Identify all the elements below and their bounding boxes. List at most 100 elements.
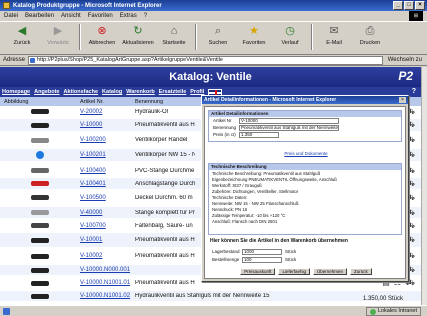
home-button[interactable]: ⌂ Startseite [156, 24, 192, 52]
product-thumbnail[interactable] [0, 210, 80, 215]
table-row: V-10000.N1001.02 Hydraulikventil aus Stah… [0, 291, 421, 301]
article-link[interactable]: V-20002 [80, 109, 135, 115]
ie-app-icon [3, 2, 10, 9]
nav-aktionsfache[interactable]: Aktionsfache [64, 89, 99, 95]
toolbar: ◀ Zurück ▶ Vorwärts ⊗ Abbrechen ↻ Aktual… [0, 21, 427, 55]
stop-button[interactable]: ⊗ Abbrechen [84, 24, 120, 52]
printer-icon: ⎙ [365, 25, 375, 37]
product-thumbnail[interactable] [0, 195, 80, 200]
product-thumbnail[interactable] [0, 253, 80, 259]
technical-section: Technische Beschreibung Technische Besch… [208, 163, 402, 235]
product-thumbnail[interactable] [0, 181, 80, 186]
menu-ansicht[interactable]: Ansicht [61, 13, 81, 19]
article-link[interactable]: V-10000 [80, 122, 135, 128]
nav-ersatzteile[interactable]: Ersatzteile [159, 89, 187, 95]
price-documents-link[interactable]: Preis und Dokumente [205, 151, 407, 156]
status-bar: Lokales Intranet [0, 305, 427, 316]
product-thumbnail[interactable] [0, 122, 80, 128]
article-description: Pneumatikventil aus H 15 mm [135, 280, 195, 286]
product-part-image [31, 122, 49, 128]
article-description: Anschlagstange Durch [135, 180, 195, 187]
history-button[interactable]: ◷ Verlauf [272, 24, 308, 52]
article-description: Faltenbalg, Säure- un [135, 222, 193, 229]
product-part-image [31, 280, 49, 286]
stock-label: Lagerbestand [212, 249, 240, 254]
print-button[interactable]: ⎙ Drucken [352, 24, 388, 52]
refresh-label: Aktualisieren [122, 40, 154, 46]
article-link[interactable]: V-10000.N1001.01 [80, 280, 135, 286]
stop-icon: ⊗ [97, 25, 107, 37]
stock-input[interactable]: 1000 [242, 248, 282, 255]
close-button[interactable]: × [415, 1, 425, 10]
back-button[interactable]: ◀ Zurück [4, 24, 40, 52]
back-button-popup[interactable]: Zurück [350, 268, 372, 275]
forward-button[interactable]: ▶ Vorwärts [40, 24, 76, 52]
maximize-button[interactable]: □ [404, 1, 414, 10]
technical-description: Technische Beschreibung: Pneumatikventil… [209, 170, 401, 226]
toolbar-separator [79, 24, 81, 50]
mail-label: E-Mail [326, 40, 342, 46]
field-article-value[interactable]: V-10000 [239, 117, 339, 124]
popup-close-button[interactable]: × [399, 97, 406, 103]
product-thumbnail[interactable] [0, 109, 80, 114]
article-link[interactable]: V-10002 [80, 253, 135, 259]
refresh-button[interactable]: ↻ Aktualisieren [120, 24, 156, 52]
product-part-image [31, 253, 49, 259]
field-name-value[interactable]: Pneumatikventil aus Stahlguß mit der Nen… [239, 124, 339, 131]
product-thumbnail[interactable] [0, 293, 80, 299]
nav-warenkorb[interactable]: Warenkorb [126, 89, 155, 95]
article-link[interactable]: V-40000 [80, 210, 135, 216]
help-link[interactable]: ? [412, 88, 416, 95]
favorites-button[interactable]: ★ Favoriten [236, 24, 272, 52]
stock-unit: Stück [285, 249, 297, 254]
toolbar-separator [195, 24, 197, 50]
article-link[interactable]: V-100400 [80, 168, 135, 174]
menu-extras[interactable]: Extras [120, 13, 137, 19]
product-thumbnail[interactable] [0, 137, 80, 143]
article-link[interactable]: V-100700 [80, 223, 135, 229]
product-thumbnail[interactable] [0, 223, 80, 228]
price-info-button[interactable]: Preisauskunft [240, 268, 276, 275]
article-link[interactable]: V-10001 [80, 237, 135, 243]
article-link[interactable]: V-10000.N000.001 [80, 267, 135, 273]
mail-button[interactable]: ✉ E-Mail [316, 24, 352, 52]
nav-katalog[interactable]: Katalog [102, 89, 122, 95]
product-thumbnail[interactable] [0, 168, 80, 173]
product-thumbnail[interactable] [0, 280, 80, 286]
field-price-value[interactable]: 1.350 [239, 131, 279, 138]
availability-button[interactable]: Lieferfaehig [278, 268, 310, 275]
article-detail-popup: Artikel Detailinformationen - Microsoft … [201, 95, 409, 282]
article-link[interactable]: V-100401 [80, 181, 135, 187]
article-link[interactable]: V-10000.N1001.02 [80, 293, 135, 299]
product-thumbnail[interactable] [0, 151, 80, 159]
history-icon: ◷ [285, 25, 295, 37]
product-part-image [31, 223, 49, 228]
favorites-star-icon: ★ [249, 25, 259, 37]
add-to-cart-button[interactable]: Übernehmen [313, 268, 348, 275]
menu-datei[interactable]: Datei [4, 13, 18, 19]
menu-help[interactable]: ? [144, 13, 147, 19]
product-thumbnail[interactable] [0, 237, 80, 243]
article-description: Hydraulik-Öl [135, 108, 169, 115]
quantity-input[interactable]: 100 [242, 256, 282, 263]
home-icon: ⌂ [170, 25, 178, 37]
go-button[interactable]: Wechseln zu [386, 57, 424, 63]
article-link[interactable]: V-100201 [80, 152, 135, 158]
nav-homepage[interactable]: Homepage [2, 89, 30, 95]
article-link[interactable]: V-100500 [80, 195, 135, 201]
field-article: Artikel Nr V-10000 [209, 117, 401, 124]
menu-bearbeiten[interactable]: Bearbeiten [25, 13, 54, 19]
back-label: Zurück [13, 40, 31, 46]
menu-bar: Datei Bearbeiten Ansicht Favoriten Extra… [0, 11, 427, 21]
popup-title: Artikel Detailinformationen - Microsoft … [202, 96, 408, 104]
search-button[interactable]: ⌕ Suchen [200, 24, 236, 52]
description-line: Anschluß: Flansch nach DIN 2501 [212, 219, 278, 224]
vertical-scrollbar[interactable] [421, 67, 427, 305]
back-arrow-icon: ◀ [17, 25, 27, 37]
minimize-button[interactable]: _ [393, 1, 403, 10]
product-thumbnail[interactable] [0, 267, 80, 273]
nav-angebote[interactable]: Angebote [34, 89, 59, 95]
menu-favoriten[interactable]: Favoriten [88, 13, 113, 19]
article-link[interactable]: V-100200 [80, 137, 135, 143]
address-input[interactable]: http://P2plus/Shop/P25_KatalogArtGruppe.… [28, 55, 383, 65]
